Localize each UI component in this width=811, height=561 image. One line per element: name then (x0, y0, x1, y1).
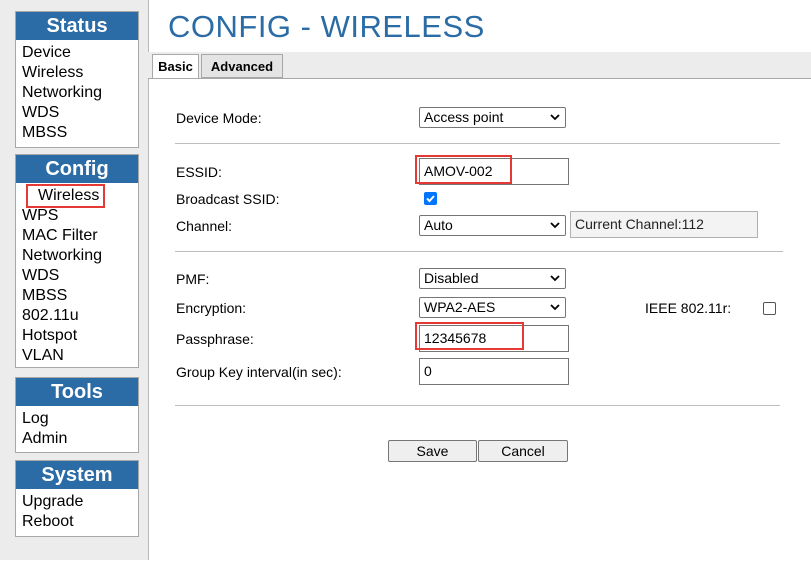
divider (175, 143, 780, 144)
config-item-vlan[interactable]: VLAN (22, 346, 64, 366)
device-mode-value: Access point (424, 109, 504, 125)
encryption-label: Encryption: (176, 300, 247, 316)
config-item-wds[interactable]: WDS (22, 266, 59, 286)
system-menu-header: System (16, 461, 138, 489)
config-form: Device Mode: Access point ESSID: AMOV-00… (148, 78, 811, 561)
config-item-hotspot[interactable]: Hotspot (22, 326, 77, 346)
ieee-80211r-checkbox[interactable] (763, 302, 776, 315)
checkmark-icon (426, 195, 435, 203)
status-menu-header: Status (16, 12, 138, 40)
device-mode-label: Device Mode: (176, 110, 262, 126)
tools-item-admin[interactable]: Admin (22, 429, 67, 449)
broadcast-ssid-label: Broadcast SSID: (176, 191, 280, 207)
essid-label: ESSID: (176, 164, 222, 180)
sidebar: Status Device Wireless Networking WDS MB… (0, 0, 149, 560)
device-mode-select[interactable]: Access point (419, 107, 566, 128)
tab-bar: Basic Advanced (148, 52, 811, 79)
status-item-networking[interactable]: Networking (22, 83, 102, 103)
status-item-wds[interactable]: WDS (22, 103, 59, 123)
essid-highlight (415, 155, 512, 184)
pmf-value: Disabled (424, 270, 479, 286)
pmf-label: PMF: (176, 271, 210, 287)
ieee-80211r-label: IEEE 802.11r: (645, 300, 732, 316)
chevron-down-icon (550, 304, 560, 311)
tab-basic[interactable]: Basic (152, 54, 199, 79)
status-item-wireless[interactable]: Wireless (22, 63, 83, 83)
config-item-80211u[interactable]: 802.11u (22, 306, 79, 326)
group-key-interval-label: Group Key interval(in sec): (176, 364, 342, 380)
channel-label: Channel: (176, 218, 233, 234)
tools-item-log[interactable]: Log (22, 409, 49, 429)
tools-menu-header: Tools (16, 378, 138, 406)
status-item-device[interactable]: Device (22, 43, 71, 63)
group-key-interval-input[interactable]: 0 (419, 358, 569, 385)
chevron-down-icon (550, 275, 560, 282)
system-item-reboot[interactable]: Reboot (22, 512, 74, 532)
tab-advanced[interactable]: Advanced (201, 54, 283, 78)
status-item-mbss[interactable]: MBSS (22, 123, 67, 143)
passphrase-highlight (415, 322, 524, 350)
config-item-mac-filter[interactable]: MAC Filter (22, 226, 98, 246)
config-item-networking[interactable]: Networking (22, 246, 102, 266)
encryption-select[interactable]: WPA2-AES (419, 297, 566, 318)
chevron-down-icon (550, 114, 560, 121)
current-channel-display: Current Channel:112 (570, 211, 758, 238)
config-item-wps[interactable]: WPS (22, 206, 58, 226)
channel-select[interactable]: Auto (419, 215, 566, 236)
config-menu-header: Config (16, 155, 138, 183)
config-item-wireless[interactable]: Wireless (25, 184, 106, 208)
page-title: CONFIG - WIRELESS (168, 9, 485, 44)
system-item-upgrade[interactable]: Upgrade (22, 492, 83, 512)
broadcast-ssid-checkbox[interactable] (424, 192, 437, 205)
cancel-button[interactable]: Cancel (478, 440, 568, 462)
chevron-down-icon (550, 222, 560, 229)
save-button[interactable]: Save (388, 440, 477, 462)
encryption-value: WPA2-AES (424, 299, 496, 315)
pmf-select[interactable]: Disabled (419, 268, 566, 289)
channel-value: Auto (424, 217, 453, 233)
passphrase-label: Passphrase: (176, 331, 254, 347)
divider (175, 405, 780, 406)
config-item-mbss[interactable]: MBSS (22, 286, 67, 306)
divider (175, 251, 783, 252)
